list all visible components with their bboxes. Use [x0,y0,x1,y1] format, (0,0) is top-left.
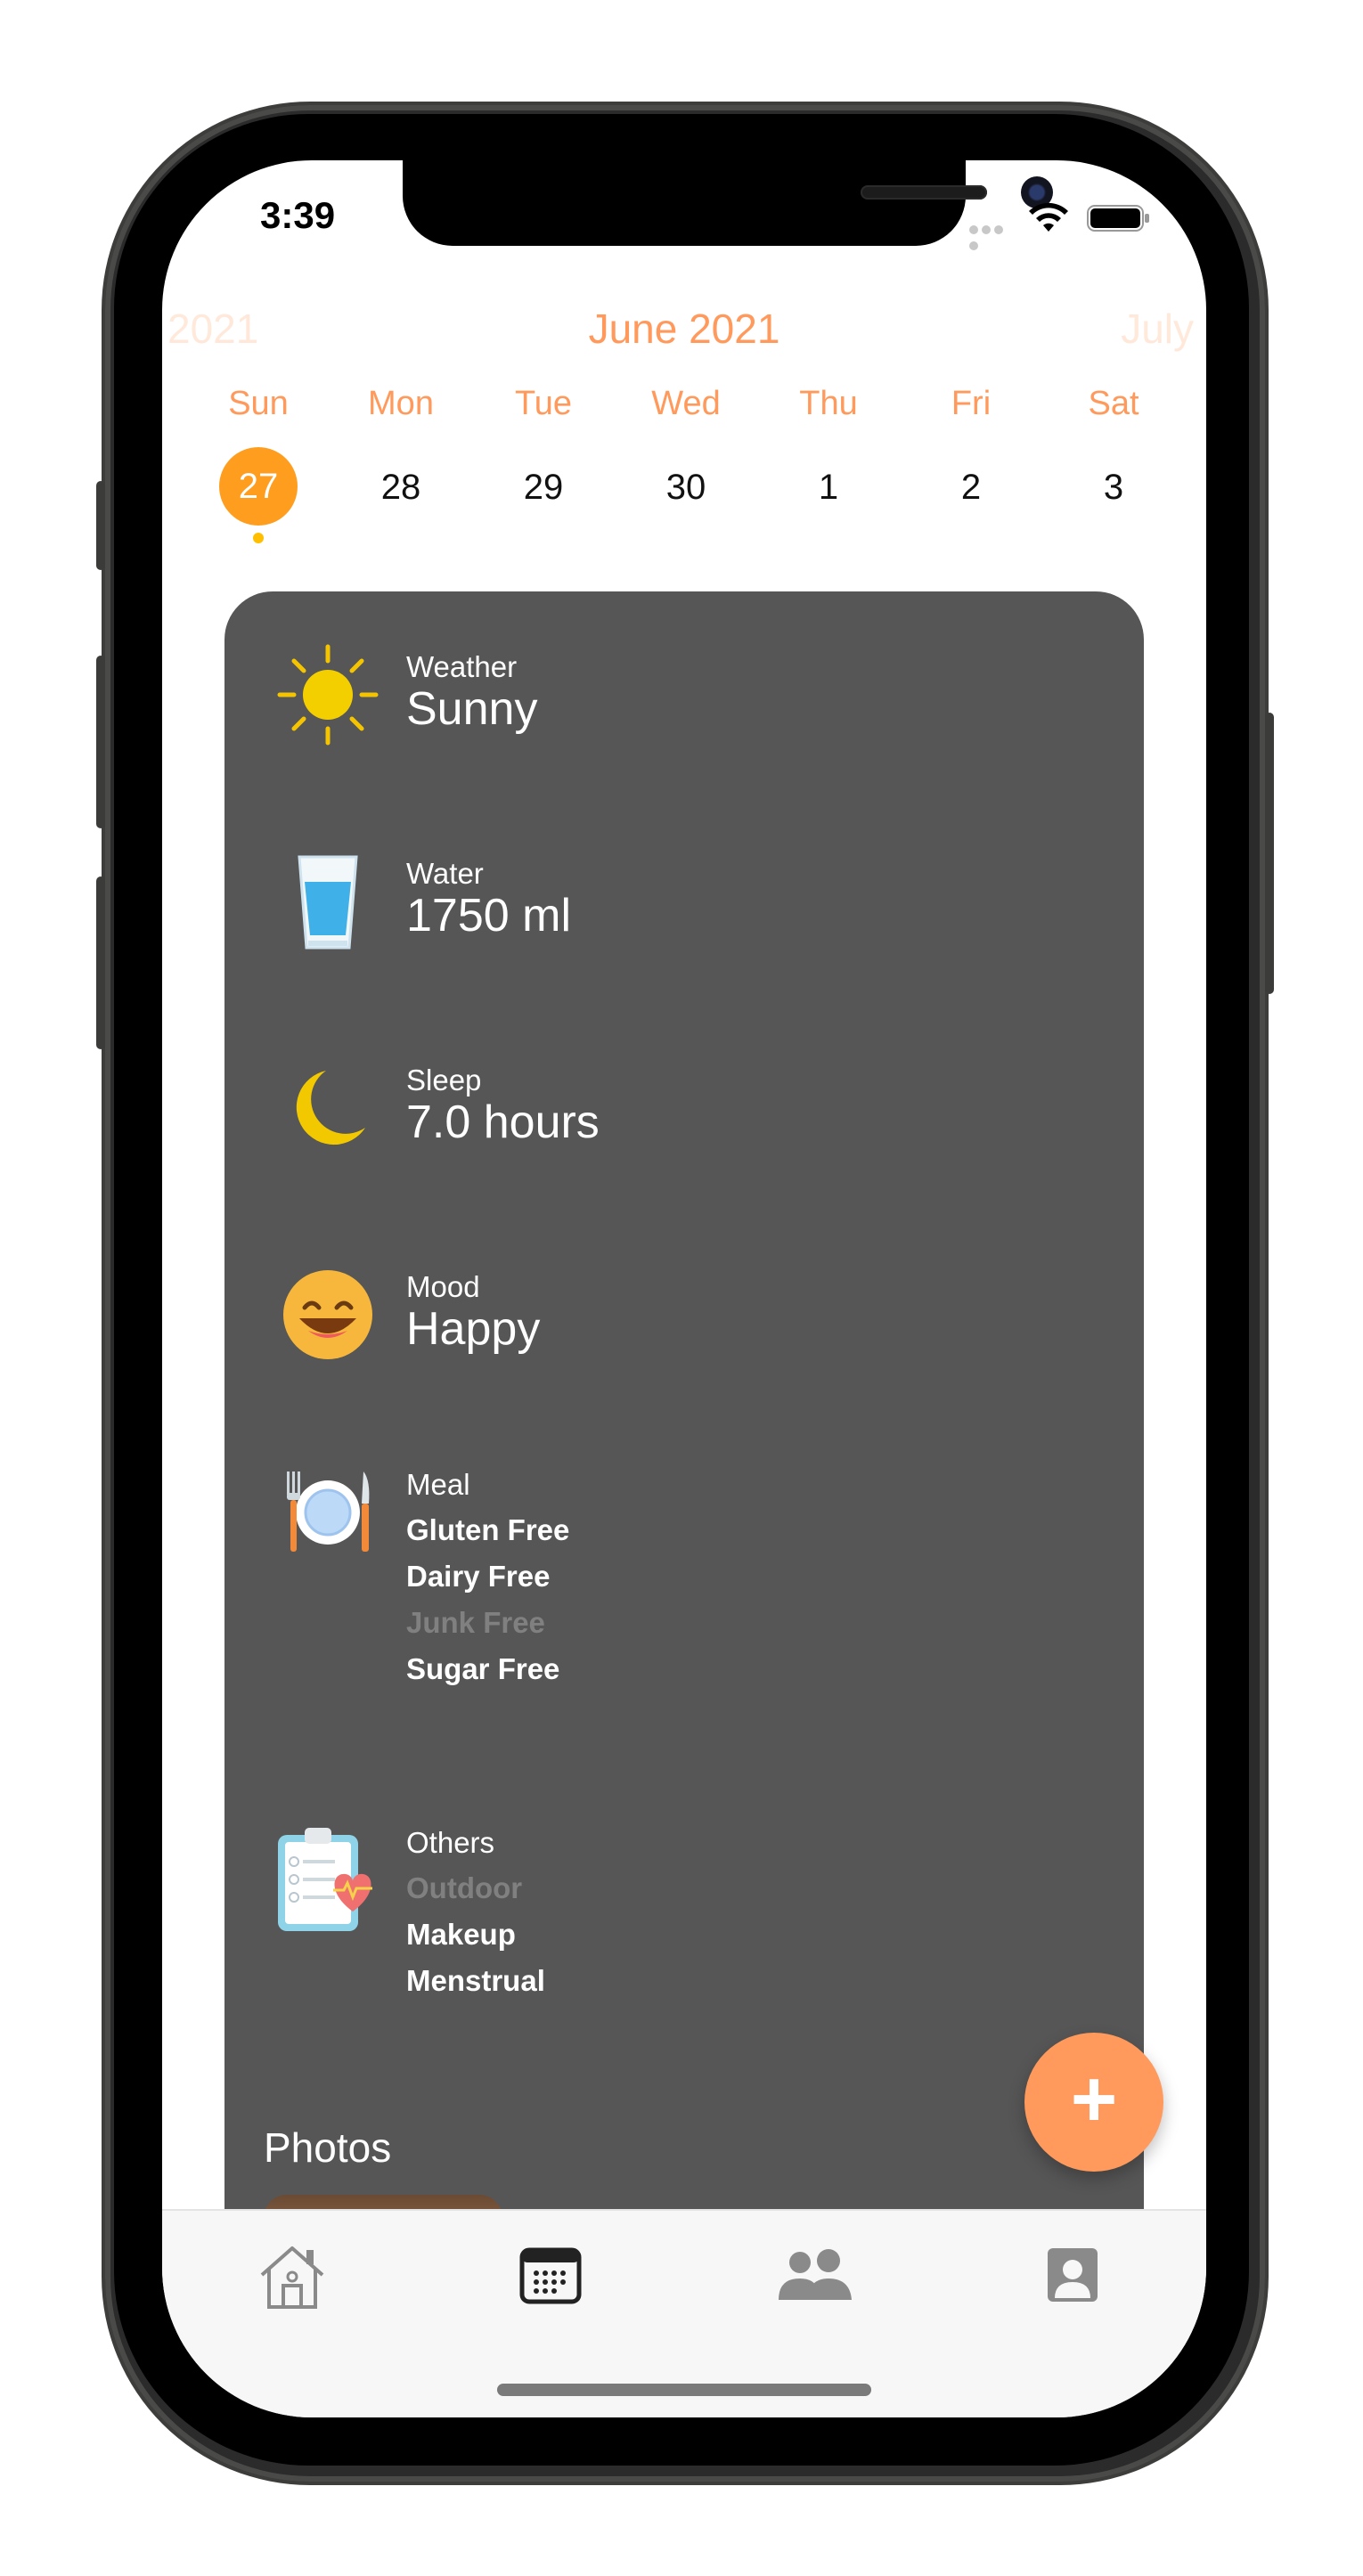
calendar-day[interactable]: 30 [615,447,757,527]
event-dot-indicator [253,533,264,543]
current-month-label: June 2021 [588,306,780,352]
mood-label: Mood [406,1270,480,1303]
photos-section-title: Photos [264,2124,392,2171]
signal-dots-icon [969,223,1017,250]
others-tag-inactive: Outdoor [406,1871,523,1904]
weekday-label: Fri [951,385,992,422]
home-indicator[interactable] [497,2384,871,2396]
water-glass-icon [298,855,358,950]
weekday-label: Sun [228,385,289,422]
date-row: 27 28 29 30 1 2 3 [187,447,1185,543]
moon-icon [296,1071,365,1145]
sleep-label: Sleep [406,1064,482,1096]
meal-tag: Dairy Free [406,1560,551,1593]
others-entry[interactable]: Others Outdoor Makeup Menstrual [224,1826,1144,2058]
weather-label: Weather [406,650,518,683]
people-icon[interactable] [770,2230,859,2319]
battery-icon [1087,205,1149,232]
meal-tag: Sugar Free [406,1652,560,1685]
next-month-label[interactable]: July [1121,305,1194,353]
water-entry[interactable]: Water 1750 ml [224,848,1144,1008]
calendar-day-selected[interactable]: 27 [187,447,330,543]
meal-tag: Gluten Free [406,1513,570,1546]
calendar-day[interactable]: 28 [330,447,472,527]
weather-value: Sunny [406,683,538,735]
weather-entry[interactable]: Weather Sunny [224,641,1144,802]
calendar-day[interactable]: 1 [757,447,900,527]
weekday-label: Thu [799,385,858,422]
calendar-day[interactable]: 29 [472,447,615,527]
volume-up-button [96,656,105,828]
water-label: Water [406,857,484,890]
side-button [96,481,105,570]
weekday-label: Wed [651,385,721,422]
meal-tag-inactive: Junk Free [406,1606,545,1639]
sleep-value: 7.0 hours [406,1096,600,1148]
mood-entry[interactable]: Mood Happy [224,1261,1144,1422]
meal-entry[interactable]: Meal Gluten Free Dairy Free Junk Free Su… [224,1468,1144,1753]
mood-value: Happy [406,1303,541,1355]
sleep-entry[interactable]: Sleep 7.0 hours [224,1055,1144,1215]
speaker-grille [861,185,987,200]
others-label: Others [406,1826,495,1859]
profile-icon[interactable] [1028,2230,1117,2319]
volume-down-button [96,876,105,1049]
weekday-label: Sat [1088,385,1139,422]
others-tag: Menstrual [406,1964,545,1997]
plate-cutlery-icon [287,1471,370,1552]
water-value: 1750 ml [406,890,571,942]
wifi-icon [1029,202,1068,232]
weekday-row: Sun Mon Tue Wed Thu Fri Sat [187,385,1185,423]
status-time: 3:39 [260,194,336,236]
clipboard-heart-icon [278,1828,372,1931]
notch [403,160,1053,246]
happy-face-icon [283,1270,372,1359]
others-tag: Makeup [406,1918,516,1951]
sun-icon [277,644,379,746]
month-header[interactable]: 2021 June 2021 July [162,305,1206,358]
weekday-label: Tue [514,385,573,422]
meal-tag-list: Gluten Free Dairy Free Junk Free Sugar F… [406,1507,569,1692]
home-icon[interactable] [248,2230,337,2319]
selected-day-number: 27 [219,447,298,526]
calendar-day[interactable]: 2 [900,447,1042,527]
app-screen: 3:39 2021 June 2021 July Sun Mon Tue Wed… [162,160,1206,2417]
weekday-label: Mon [368,385,434,422]
add-entry-button[interactable]: + [1024,2033,1163,2172]
calendar-day[interactable]: 3 [1042,447,1185,527]
power-button [1265,713,1274,994]
meal-label: Meal [406,1468,470,1501]
daily-log-card: Weather Sunny Water 1750 ml Sleep 7.0 ho… [224,591,1144,2417]
others-tag-list: Outdoor Makeup Menstrual [406,1865,545,2004]
calendar-icon[interactable] [506,2230,595,2319]
